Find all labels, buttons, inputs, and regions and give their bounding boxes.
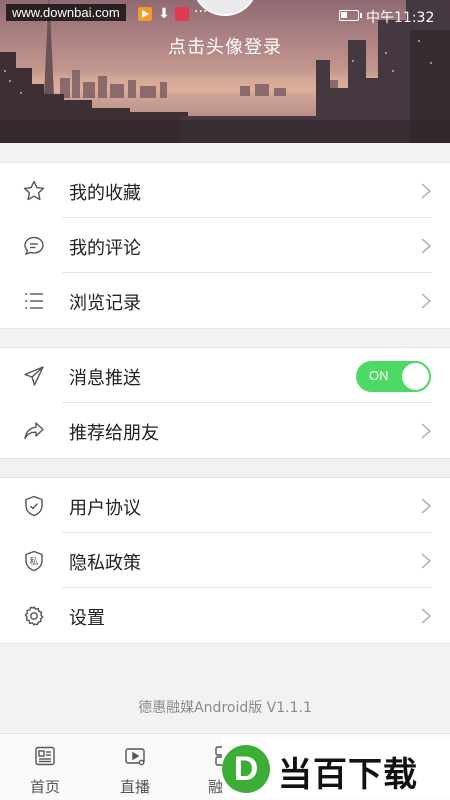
download-icon: ⬇: [158, 6, 170, 22]
browsing-history-row[interactable]: 浏览记录: [0, 273, 450, 328]
my-comments-label: 我的评论: [69, 238, 141, 259]
push-notifications-label: 消息推送: [69, 368, 141, 389]
video-app-notification-icon: [138, 7, 152, 21]
activity-section: 我的收藏 我的评论 浏览记录: [0, 162, 450, 329]
privacy-shield-icon: 私: [25, 550, 43, 572]
recommend-to-friends-label: 推荐给朋友: [69, 423, 159, 444]
toggle-state-label: ON: [369, 368, 389, 383]
list-icon: [25, 293, 43, 309]
watermark-logo-text: 当百下载: [278, 755, 418, 795]
settings-label: 设置: [69, 608, 105, 629]
chevron-right-icon: [421, 293, 432, 309]
comment-icon: [24, 236, 44, 256]
chevron-right-icon: [421, 608, 432, 624]
clock: 中午11:32: [366, 10, 435, 26]
tab-home-label: 首页: [29, 778, 60, 796]
login-prompt[interactable]: 点击头像登录: [0, 33, 450, 59]
tab-live[interactable]: 直播: [90, 734, 180, 800]
tab-home[interactable]: 首页: [0, 734, 90, 800]
chevron-right-icon: [421, 238, 432, 254]
toggle-knob: [402, 363, 429, 390]
chevron-right-icon: [421, 553, 432, 569]
push-notifications-toggle[interactable]: ON: [356, 361, 431, 392]
user-agreement-row[interactable]: 用户协议: [0, 478, 450, 533]
star-icon: [23, 180, 45, 201]
download-site-watermark: D 当百下载: [222, 737, 450, 797]
my-favorites-row[interactable]: 我的收藏: [0, 163, 450, 218]
push-notifications-row: 消息推送 ON: [0, 348, 450, 403]
live-icon: [125, 748, 145, 766]
app-notification-icon: [175, 7, 189, 21]
recommend-to-friends-row[interactable]: 推荐给朋友: [0, 403, 450, 458]
chevron-right-icon: [421, 498, 432, 514]
share-icon: [24, 422, 44, 440]
user-agreement-label: 用户协议: [69, 498, 141, 519]
app-version: 德惠融媒Android版 V1.1.1: [138, 700, 312, 716]
settings-row[interactable]: 设置: [0, 588, 450, 643]
browsing-history-label: 浏览记录: [69, 293, 141, 314]
watermark-logo: D: [222, 745, 270, 793]
news-icon: [35, 746, 55, 766]
privacy-policy-label: 隐私政策: [69, 553, 141, 574]
notification-section: 消息推送 ON 推荐给朋友: [0, 347, 450, 459]
watermark-text: www.downbai.com: [6, 4, 126, 21]
gear-icon: [24, 606, 44, 626]
chevron-right-icon: [421, 183, 432, 199]
chevron-right-icon: [421, 423, 432, 439]
battery-icon: [339, 10, 362, 21]
settings-section: 用户协议 私 隐私政策 设置: [0, 477, 450, 644]
privacy-policy-row[interactable]: 私 隐私政策: [0, 533, 450, 588]
my-favorites-label: 我的收藏: [69, 183, 141, 204]
my-comments-row[interactable]: 我的评论: [0, 218, 450, 273]
privacy-icon-glyph: 私: [29, 557, 38, 568]
tab-live-label: 直播: [119, 778, 150, 796]
shield-check-icon: [25, 495, 43, 517]
send-icon: [24, 366, 44, 386]
profile-header: www.downbai.com ⬇ ··· 中午11:32 点击头像登录: [0, 0, 450, 143]
